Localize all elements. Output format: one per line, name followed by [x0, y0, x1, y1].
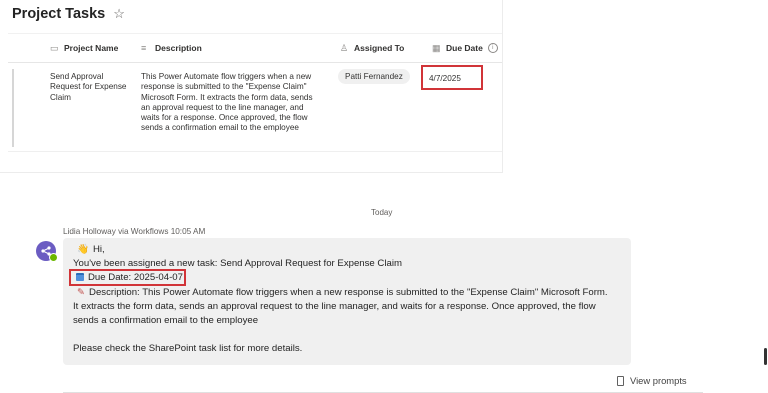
wave-emoji-icon: 👋 [77, 244, 89, 255]
sender-line: Lidia Holloway via Workflows 10:05 AM [63, 227, 206, 236]
row-selection-bar [12, 69, 14, 147]
column-header-due-date[interactable]: ▦ Due Date i [432, 34, 498, 62]
document-icon [617, 375, 624, 386]
message-bubble[interactable]: 👋 Hi, You've been assigned a new task: Se… [63, 238, 631, 365]
description-text: Description: This Power Automate flow tr… [89, 287, 608, 298]
column-label: Assigned To [354, 43, 405, 53]
cell-text-line: Claim [50, 92, 71, 102]
column-header-project-name[interactable]: ▭ Project Name [50, 34, 118, 62]
cell-text-line: response is submitted to the "Expense Cl… [141, 82, 307, 92]
column-label: Description [155, 43, 202, 53]
cell-text-line: This Power Automate flow triggers when a… [141, 72, 312, 81]
cell-text-line: waits for a response. Once approved, the… [141, 113, 308, 123]
list-header-row: ▭ Project Name ≡ Description ♙ Assigned … [8, 33, 502, 63]
description-line-2: It extracts the form data, sends an appr… [73, 301, 596, 312]
footer-line: Please check the SharePoint task list fo… [73, 343, 303, 354]
text-icon: ▭ [50, 42, 59, 53]
table-row[interactable]: Send Approval Request for Expense Claim … [8, 61, 502, 152]
cell-project-name[interactable]: Send Approval Request for Expense Claim [50, 72, 126, 103]
due-date-text: Due Date: 2025-04-07 [88, 272, 183, 283]
calendar-emoji-icon [76, 273, 84, 281]
calendar-icon: ▦ [432, 42, 441, 53]
due-date-cell-highlighted[interactable]: 4/7/2025 [421, 65, 483, 90]
list-title-text: Project Tasks [12, 6, 106, 22]
workflows-avatar[interactable] [36, 241, 58, 262]
cell-text-line: Microsoft Form. It extracts the form dat… [141, 92, 313, 102]
day-divider: Today [371, 208, 393, 217]
list-title: Project Tasks ☆ [12, 6, 125, 22]
greeting-line: 👋 Hi, [77, 243, 105, 256]
description-line-3: sends a confirmation email to the employ… [73, 315, 259, 326]
column-header-assigned-to[interactable]: ♙ Assigned To [340, 34, 404, 62]
cell-text-line: Send Approval [50, 72, 104, 81]
multiline-text-icon: ≡ [141, 42, 147, 53]
description-line-1: ✎ Description: This Power Automate flow t… [77, 286, 608, 299]
scrollbar-thumb[interactable] [764, 348, 767, 365]
assigned-to-chip[interactable]: Patti Fernandez [338, 69, 410, 84]
greeting-text: Hi, [92, 244, 105, 255]
sharepoint-list-panel: Project Tasks ☆ ▭ Project Name ≡ Descrip… [0, 0, 503, 173]
cell-text-line: Request for Expense [50, 82, 127, 92]
cell-text-line: an approval request to the line manager,… [141, 102, 304, 112]
star-icon[interactable]: ☆ [113, 6, 125, 22]
cell-text-line: sends a confirmation email to the employ… [141, 123, 299, 133]
view-prompts-button[interactable]: View prompts [617, 375, 687, 386]
view-prompts-label: View prompts [630, 375, 687, 386]
column-header-description[interactable]: ≡ Description [141, 34, 202, 62]
status-badge [49, 253, 58, 262]
person-icon: ♙ [340, 42, 349, 53]
due-date-line: Due Date: 2025-04-07 [76, 271, 183, 284]
column-label: Project Name [64, 43, 119, 53]
info-icon[interactable]: i [487, 43, 498, 53]
cell-description[interactable]: This Power Automate flow triggers when a… [141, 72, 313, 134]
column-label: Due Date [446, 43, 483, 53]
pencil-emoji-icon: ✎ [77, 287, 86, 298]
